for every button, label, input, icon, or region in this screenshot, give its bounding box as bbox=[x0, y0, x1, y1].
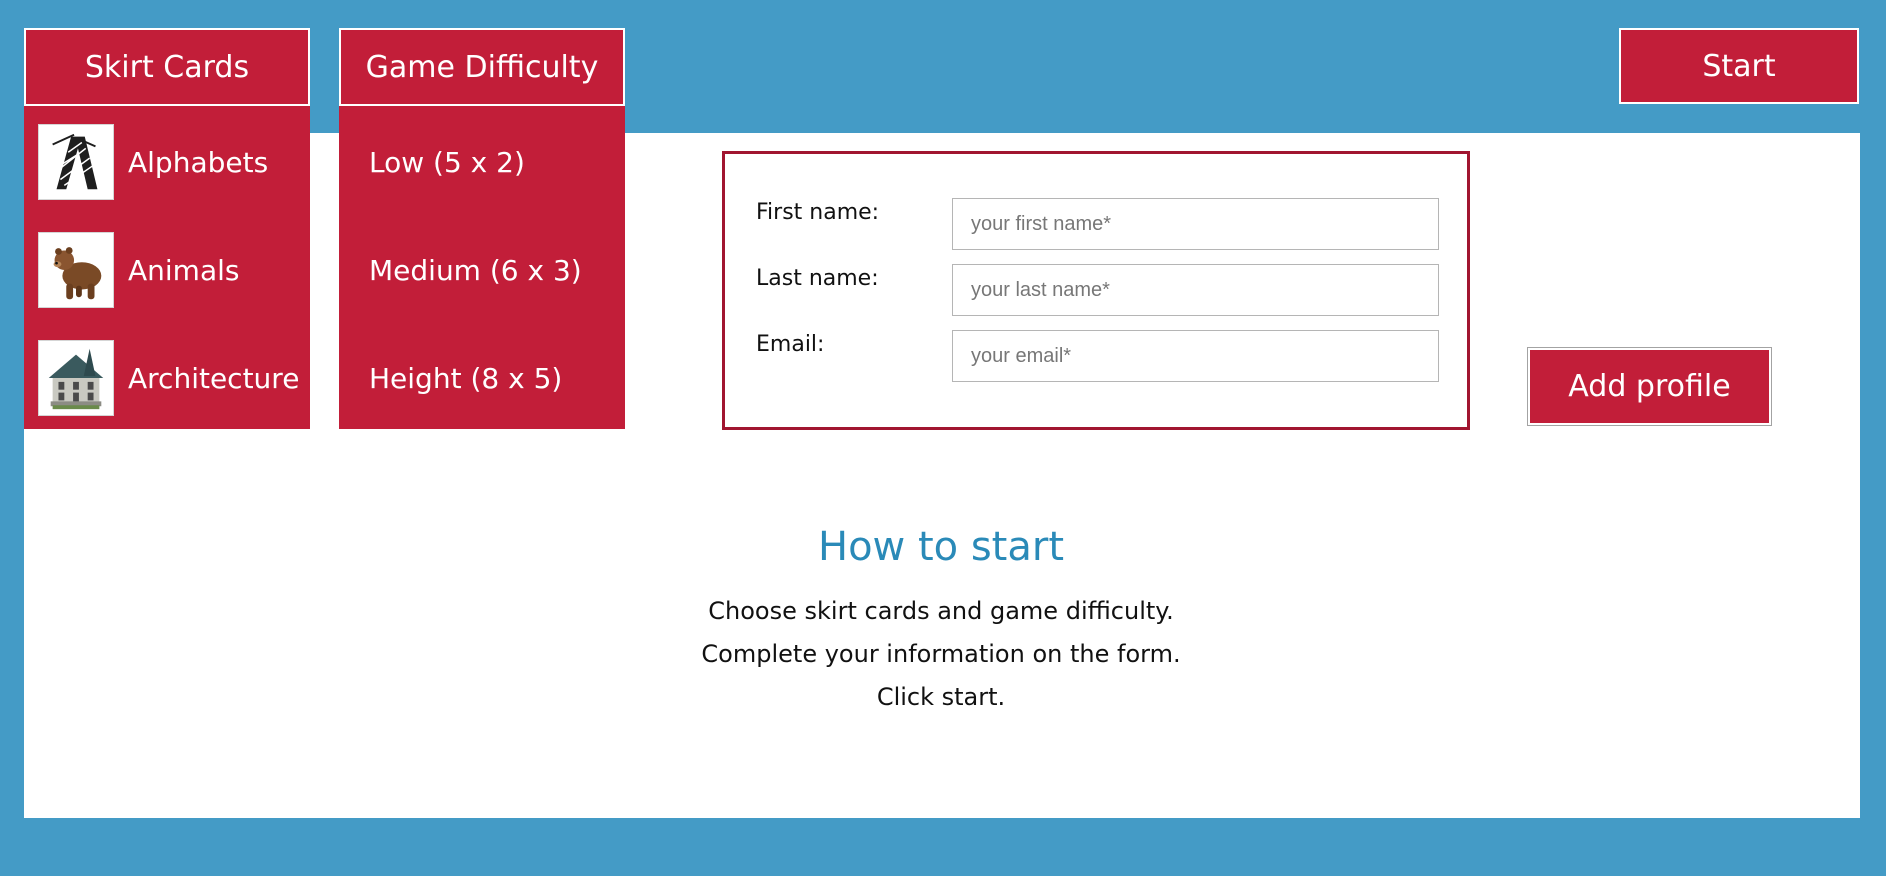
difficulty-item-medium[interactable]: Medium (6 x 3) bbox=[339, 216, 625, 324]
last-name-label: Last name: bbox=[756, 266, 879, 291]
last-name-row: Last name: bbox=[756, 264, 1439, 316]
instruction-line: Click start. bbox=[876, 683, 1006, 711]
difficulty-item-low[interactable]: Low (5 x 2) bbox=[339, 108, 625, 216]
house-icon bbox=[38, 340, 114, 416]
skirt-item-label: Animals bbox=[128, 253, 240, 287]
how-to-start-title: How to start bbox=[817, 524, 1064, 570]
email-label: Email: bbox=[756, 332, 825, 357]
add-profile-button[interactable]: Add profile bbox=[1528, 348, 1771, 425]
skirt-cards-menu: Skirt Cards Alphabets Animals Architectu… bbox=[24, 28, 310, 429]
bear-icon bbox=[38, 232, 114, 308]
skirt-item-alphabets[interactable]: Alphabets bbox=[24, 108, 310, 216]
game-difficulty-button[interactable]: Game Difficulty bbox=[339, 28, 625, 106]
last-name-input[interactable] bbox=[952, 264, 1439, 316]
alphabet-a-icon bbox=[38, 124, 114, 200]
difficulty-item-height[interactable]: Height (8 x 5) bbox=[339, 324, 625, 432]
email-row: Email: bbox=[756, 330, 1439, 382]
game-difficulty-menu: Game Difficulty Low (5 x 2) Medium (6 x … bbox=[339, 28, 625, 429]
first-name-label: First name: bbox=[756, 200, 880, 225]
skirt-item-label: Alphabets bbox=[128, 145, 269, 179]
first-name-input[interactable] bbox=[952, 198, 1439, 250]
instruction-line: Choose skirt cards and game difficulty. bbox=[708, 597, 1174, 625]
skirt-item-architecture[interactable]: Architecture bbox=[24, 324, 310, 432]
first-name-row: First name: bbox=[756, 198, 1439, 250]
skirt-cards-list: Alphabets Animals Architecture bbox=[24, 106, 310, 429]
skirt-item-label: Architecture bbox=[128, 361, 300, 395]
how-to-start-section: How to start Choose skirt cards and game… bbox=[641, 524, 1241, 719]
game-difficulty-list: Low (5 x 2) Medium (6 x 3) Height (8 x 5… bbox=[339, 106, 625, 429]
skirt-item-animals[interactable]: Animals bbox=[24, 216, 310, 324]
start-button[interactable]: Start bbox=[1619, 28, 1859, 104]
email-input[interactable] bbox=[952, 330, 1439, 382]
instruction-line: Complete your information on the form. bbox=[701, 640, 1181, 668]
profile-form: First name: Last name: Email: bbox=[722, 151, 1470, 430]
skirt-cards-button[interactable]: Skirt Cards bbox=[24, 28, 310, 106]
